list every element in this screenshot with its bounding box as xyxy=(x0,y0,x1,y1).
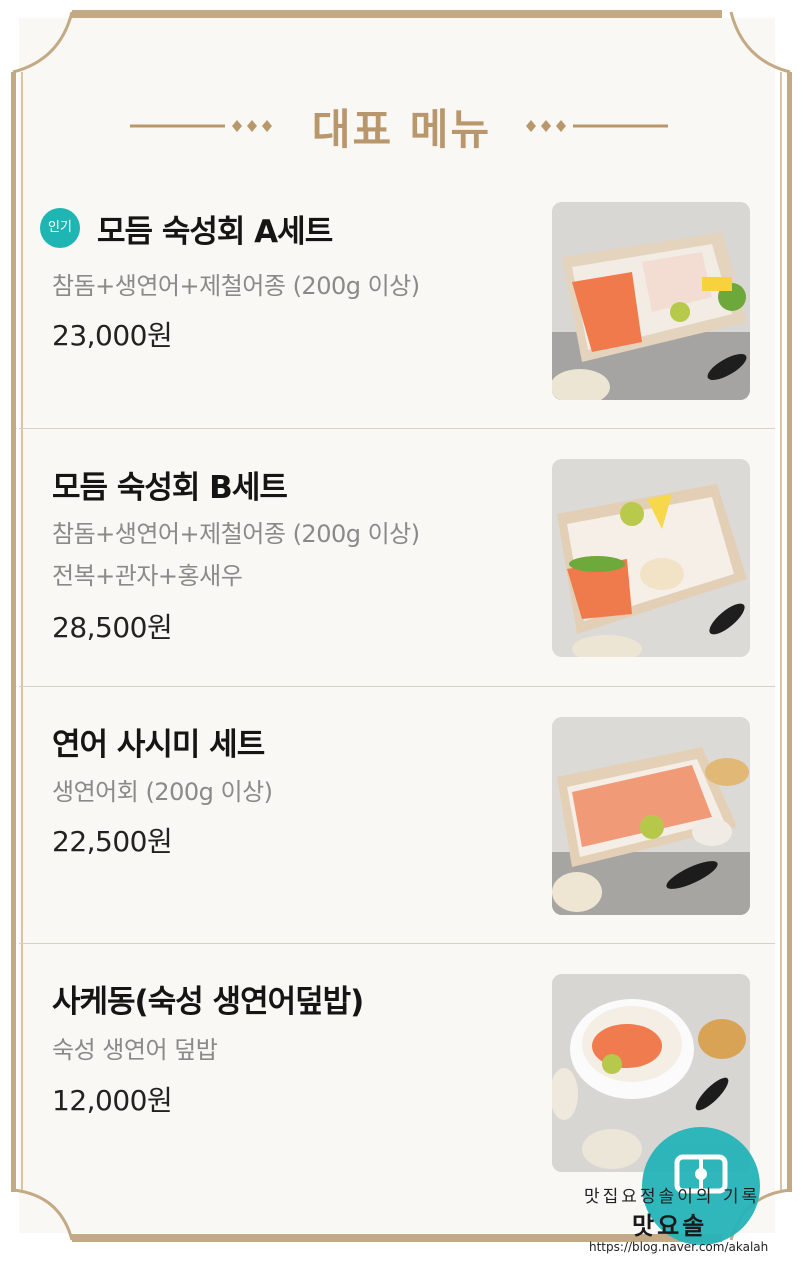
menu-item-price: 22,500원 xyxy=(52,825,173,858)
menu-board: 대표 메뉴 인기 모듬 숙성회 A세트 참돔+생연어+제철어종 (200g 이상… xyxy=(0,0,803,1263)
menu-item-photo xyxy=(552,717,750,915)
item-divider xyxy=(19,943,775,944)
menu-item-name: 모듬 숙성회 B세트 xyxy=(52,470,288,506)
menu-item-name: 사케동(숙성 생연어덮밥) xyxy=(52,984,364,1020)
menu-item-desc: 참돔+생연어+제철어종 (200g 이상) xyxy=(52,520,420,548)
popular-badge: 인기 xyxy=(40,208,80,248)
menu-item-desc: 생연어회 (200g 이상) xyxy=(52,778,273,806)
menu-item-price: 12,000원 xyxy=(52,1084,173,1117)
menu-item-name: 연어 사시미 세트 xyxy=(52,727,265,763)
menu-item-photo xyxy=(552,459,750,657)
menu-item-desc: 숙성 생연어 덮밥 xyxy=(52,1036,218,1064)
item-divider xyxy=(19,428,775,429)
menu-item-desc: 참돔+생연어+제철어종 (200g 이상) xyxy=(52,272,420,300)
menu-item-photo xyxy=(552,202,750,400)
menu-item-desc: 전복+관자+홍새우 xyxy=(52,562,243,590)
watermark-text: 맛집요정솔이의 기록 xyxy=(584,1187,761,1207)
item-divider xyxy=(19,686,775,687)
menu-item-price: 28,500원 xyxy=(52,611,173,644)
watermark-url: https://blog.naver.com/akalah xyxy=(589,1240,769,1254)
menu-item-name: 모듬 숙성회 A세트 xyxy=(97,214,333,250)
watermark-brand: 맛요솔 xyxy=(632,1211,708,1240)
page-title: 대표 메뉴 xyxy=(311,105,492,154)
menu-item-price: 23,000원 xyxy=(52,319,173,352)
